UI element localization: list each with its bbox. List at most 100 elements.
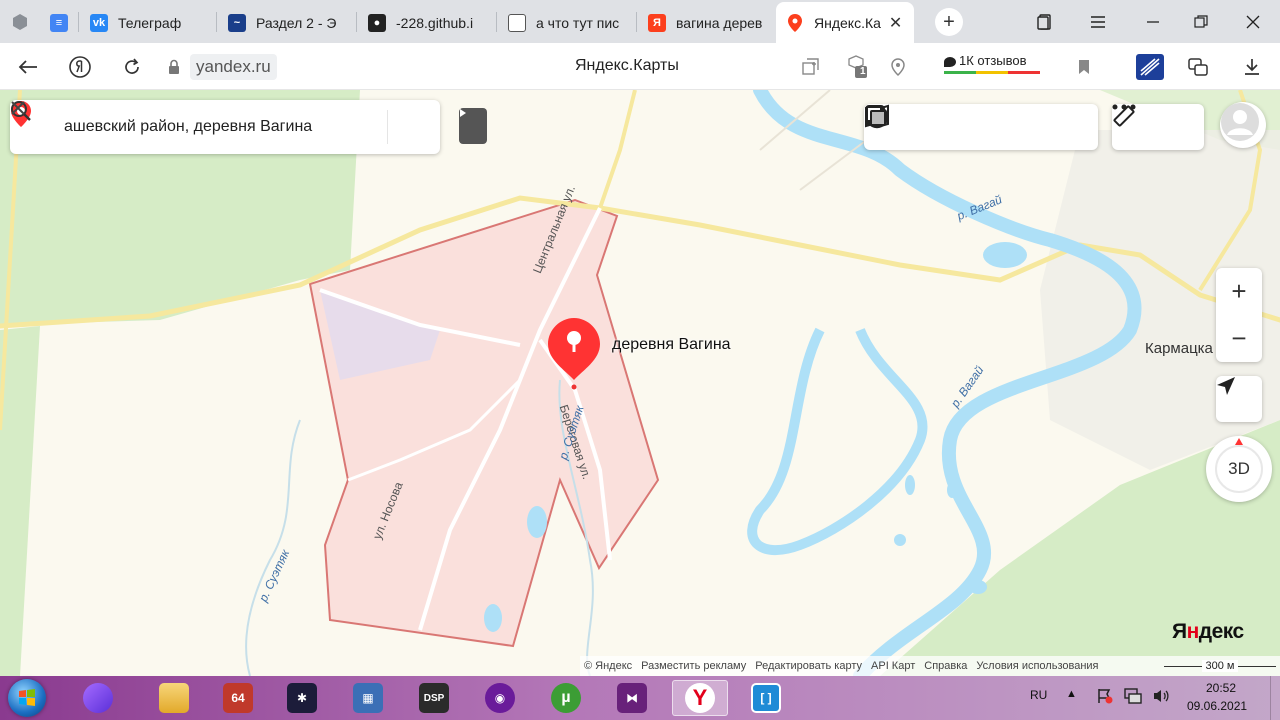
close-window-icon[interactable] [1238,8,1268,36]
user-avatar-icon[interactable] [1220,102,1266,148]
start-button[interactable] [8,679,46,717]
lake [484,604,502,632]
help-link[interactable]: Справка [924,660,967,672]
tab-title: Яндекс.Ка [814,14,881,31]
clock-date[interactable]: 09.06.2021 [1187,699,1247,713]
volume-icon[interactable] [1152,688,1170,707]
url-field[interactable]: yandex.ru [164,53,277,81]
new-tab-button[interactable]: + [935,8,963,36]
tab-document[interactable]: а что тут пис [498,2,636,43]
map-canvas [0,90,1280,676]
map-scale: 300 м [1160,656,1280,676]
yandex-browser-icon: Y [685,683,715,713]
menu-icon[interactable] [1083,8,1113,36]
back-icon[interactable] [14,53,42,81]
extension-icon[interactable] [1136,54,1164,80]
lake [983,242,1027,268]
search-panel: ашевский район, деревня Вагина [10,100,440,154]
input-language[interactable]: RU [1030,688,1047,702]
mode-3d-label: 3D [1215,445,1263,493]
tab-separator [496,12,497,32]
lock-icon[interactable] [164,57,184,77]
nearby-village-label[interactable]: Кармацка [1145,340,1213,357]
compass-3d-button[interactable]: 3D [1206,436,1272,502]
forest-area [0,326,40,676]
show-desktop-button[interactable] [1270,676,1280,720]
camera-icon[interactable] [865,105,998,144]
navigation-arrow-icon [1217,377,1235,395]
my-location-button[interactable] [1216,376,1262,422]
visual-studio-app[interactable]: ⧓ [610,680,654,716]
north-indicator-icon [1235,438,1243,445]
reload-icon[interactable] [118,53,146,81]
window-app[interactable]: [ ] [738,680,794,716]
network-icon[interactable] [1124,688,1142,707]
clock-time[interactable]: 20:52 [1206,681,1236,695]
fan-icon: ✱ [287,683,317,713]
terms-link[interactable]: Условия использования [976,660,1098,672]
zoom-out-button[interactable]: − [1216,315,1262,362]
advertise-link[interactable]: Разместить рекламу [641,660,746,672]
tab-github[interactable]: ● -228.github.i [358,2,496,43]
tab-docs[interactable]: ≡ [40,2,80,43]
lake [905,475,915,495]
edit-map-link[interactable]: Редактировать карту [755,660,862,672]
flag-notification-icon[interactable] [1096,688,1114,707]
map-layers-icon[interactable] [866,106,1087,144]
location-pin-icon[interactable] [886,55,910,79]
tab-yandex-maps[interactable]: Яндекс.Ка ✕ [776,2,914,43]
copyright-link[interactable]: © Яндекс [584,660,632,672]
expand-panel-button[interactable] [459,108,487,144]
map-view[interactable]: Центральная ул. Береговая ул. ул. Носова… [0,90,1280,676]
extension-badge-icon[interactable]: 1 [846,55,868,79]
yandex-logo[interactable]: Яндекс [1172,620,1244,644]
dsp-app[interactable]: DSP [412,680,456,716]
more-icon[interactable] [1112,104,1198,144]
search-icon[interactable] [11,101,387,147]
play-arrow-icon [460,109,466,117]
file-explorer-app[interactable] [152,680,196,716]
aida64-icon: 64 [223,683,253,713]
place-label[interactable]: деревня Вагина [612,336,731,354]
tab-telegraph[interactable]: vk Телеграф [80,2,216,43]
fan-control-app[interactable]: ✱ [280,680,324,716]
utorrent-app[interactable]: µ [544,680,588,716]
bookmark-icon[interactable] [1072,55,1096,79]
ruler-icon[interactable] [1113,105,1152,144]
collections-icon[interactable] [1030,8,1060,36]
close-tab-icon[interactable]: ✕ [889,13,902,33]
village-boundary[interactable] [308,198,660,648]
lake [527,506,547,538]
translate-icon[interactable] [1186,55,1210,79]
downloads-icon[interactable] [1240,55,1264,79]
clear-search-icon[interactable] [11,101,440,147]
yandex-home-icon[interactable] [66,53,94,81]
add-tab-collection-icon[interactable] [798,55,822,79]
media-app[interactable]: ◉ [478,680,522,716]
docs-icon: ≡ [50,13,68,32]
show-hidden-icons-icon[interactable]: ▲ [1066,688,1077,700]
browser-menu-icon[interactable] [0,0,40,43]
reviews-button[interactable]: 1К отзывов [944,53,1040,74]
api-link[interactable]: API Карт [871,660,915,672]
aida64-app[interactable]: 64 [216,680,260,716]
calculator-app[interactable]: ▦ [346,680,390,716]
panorama-icon[interactable] [865,104,954,144]
transit-bus-icon[interactable] [865,105,1042,144]
minimize-icon[interactable] [1138,8,1168,36]
tab-strip: ≡ vk Телеграф ~ Раздел 2 - Э ● -228.gith… [0,0,1280,43]
tab-title: а что тут пис [536,14,620,31]
tab-section-2[interactable]: ~ Раздел 2 - Э [218,2,356,43]
search-input[interactable]: ашевский район, деревня Вагина [64,118,335,136]
road [598,90,637,209]
river-vagay-bend [747,327,928,555]
yandex-browser-app[interactable]: Y [672,680,728,716]
zoom-in-button[interactable]: + [1216,268,1262,315]
restore-icon[interactable] [1186,8,1216,36]
alice-icon [83,683,113,713]
alice-app[interactable] [76,680,120,716]
tab-yandex-search[interactable]: Я вагина дерев [638,2,776,43]
tab-title: вагина дерев [676,14,763,31]
calculator-icon: ▦ [353,683,383,713]
badge-count: 1 [860,66,866,77]
